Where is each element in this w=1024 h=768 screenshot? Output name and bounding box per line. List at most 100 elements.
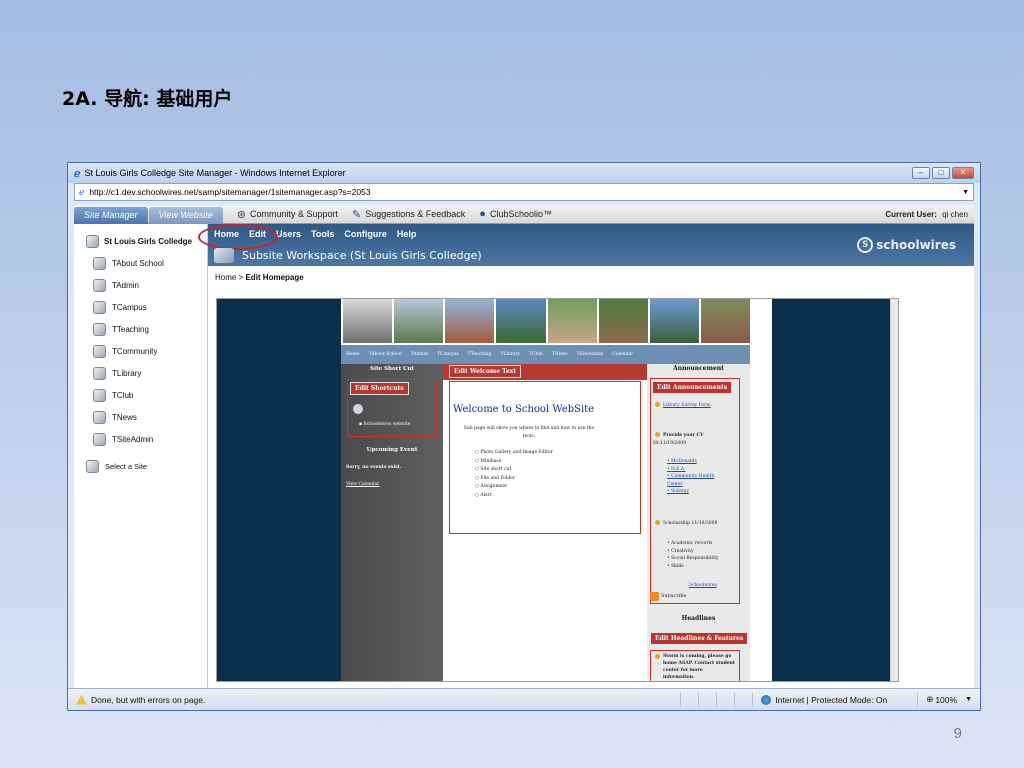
zoom-dropdown-icon[interactable]: ▼ bbox=[965, 696, 972, 703]
menu-configure[interactable]: Configure bbox=[344, 229, 387, 239]
link-item[interactable]: • N.E.A. bbox=[667, 466, 727, 474]
globe-icon bbox=[761, 694, 772, 705]
clubschoolio-link[interactable]: ● ClubSchoolio™ bbox=[479, 208, 552, 220]
scholarship-link[interactable]: Scholarship bbox=[663, 521, 690, 526]
clubschoolio-label: ClubSchoolio™ bbox=[489, 209, 552, 219]
edit-announcements-button[interactable]: Edit Announcements bbox=[652, 381, 733, 394]
banner-photo-students bbox=[343, 299, 393, 343]
preview-middle-column: Edit Welcome Text Welcome to School WebS… bbox=[443, 364, 647, 681]
sidebar-root-site[interactable]: St Louis Girls Colledge bbox=[74, 224, 207, 248]
zoom-control[interactable]: ⊕ 100% ▼ bbox=[917, 692, 980, 707]
tool-label: Photo Gallery and Image Editor bbox=[480, 450, 553, 455]
bullet-icon bbox=[655, 654, 660, 659]
edit-shortcuts-button[interactable]: Edit Shortcuts bbox=[350, 382, 409, 395]
sidebar-item-label: TAbout School bbox=[112, 258, 164, 268]
tool-list-item: ○ Alert bbox=[475, 492, 492, 498]
menu-help[interactable]: Help bbox=[397, 229, 417, 239]
schoolwires-link[interactable]: Schoolwires bbox=[689, 583, 717, 588]
link-item[interactable]: • McDonalds bbox=[667, 458, 727, 466]
view-calendar-link[interactable]: View Calendar bbox=[346, 482, 379, 487]
preview-scrollbar[interactable] bbox=[890, 299, 898, 681]
subsite-icon bbox=[93, 366, 106, 380]
sidebar-item-tteaching[interactable]: TTeaching bbox=[74, 318, 207, 340]
preview-nav-item[interactable]: TCampus bbox=[437, 352, 458, 357]
schoolwires-logo: S schoolwires bbox=[857, 237, 956, 253]
address-url[interactable]: http://c1.dev.schoolwires.net/samp/sitem… bbox=[89, 187, 370, 197]
banner-photo-campus bbox=[445, 299, 495, 343]
tab-site-manager[interactable]: Site Manager bbox=[74, 206, 148, 224]
preview-nav-item[interactable]: TAdmin bbox=[411, 352, 429, 357]
security-zone[interactable]: Internet | Protected Mode: On bbox=[752, 692, 917, 707]
link-item[interactable]: • Community Health Center bbox=[667, 473, 727, 488]
slide-number: 9 bbox=[953, 725, 962, 742]
sidebar-item-label: TAdmin bbox=[112, 280, 139, 290]
criteria-label: Creativity bbox=[671, 548, 694, 554]
schoolwires-topbar: Site Manager View Website ⊛ Community & … bbox=[74, 205, 974, 224]
shortcut-item[interactable]: ▪ Schoolwires website bbox=[359, 422, 410, 427]
browser-statusbar: Done, but with errors on page. Internet … bbox=[68, 688, 980, 710]
sidebar-item-tnews[interactable]: TNews bbox=[74, 406, 207, 428]
preview-nav-item[interactable]: Home bbox=[346, 352, 360, 357]
edit-welcome-button[interactable]: Edit Welcome Text bbox=[449, 365, 522, 378]
suggestions-feedback-link[interactable]: ✎ Suggestions & Feedback bbox=[352, 208, 465, 221]
preview-nav-item[interactable]: TNews bbox=[552, 352, 568, 357]
preview-nav-item[interactable]: TClub bbox=[529, 352, 543, 357]
sidebar-item-label: TTeaching bbox=[112, 324, 149, 334]
sidebar-item-tadmin[interactable]: TAdmin bbox=[74, 274, 207, 296]
sidebar-item-tsiteadmin[interactable]: TSiteAdmin bbox=[74, 428, 207, 450]
breadcrumb-home[interactable]: Home bbox=[215, 273, 236, 282]
preview-nav-item[interactable]: TTeaching bbox=[468, 352, 492, 357]
address-dropdown-icon[interactable]: ▼ bbox=[962, 189, 969, 196]
bullet-icon bbox=[655, 402, 660, 407]
minimize-icon[interactable]: – bbox=[912, 167, 930, 179]
preview-nav-item[interactable]: TAbout School bbox=[369, 352, 402, 357]
banner-photo-trees bbox=[598, 299, 648, 343]
workspace-content: Home Edit Users Tools Configure Help Sub… bbox=[198, 224, 974, 690]
preview-nav-item[interactable]: TLibrary bbox=[500, 352, 520, 357]
scholarship-entry: Scholarship 11/19/2009 bbox=[663, 521, 717, 526]
sidebar-item-tcampus[interactable]: TCampus bbox=[74, 296, 207, 318]
current-user: Current User: qi chen bbox=[885, 210, 968, 219]
tool-list-item: ○ Photo Gallery and Image Editor bbox=[475, 450, 553, 455]
link-label: Community Health Center bbox=[667, 474, 715, 487]
site-tree-sidebar: St Louis Girls Colledge TAbout School TA… bbox=[74, 224, 208, 690]
zone-text: Internet | Protected Mode: On bbox=[775, 694, 888, 705]
edit-headlines-button[interactable]: Edit Headlines & Features bbox=[650, 632, 749, 645]
select-site-label: Select a Site bbox=[105, 462, 148, 471]
sidebar-item-tcommunity[interactable]: TCommunity bbox=[74, 340, 207, 362]
warning-icon[interactable] bbox=[76, 694, 87, 705]
close-icon[interactable]: ✕ bbox=[952, 167, 974, 179]
subscribe-link[interactable]: Subscribe bbox=[661, 593, 686, 599]
suggestions-icon: ✎ bbox=[352, 208, 362, 221]
address-bar[interactable]: ℯ http://c1.dev.schoolwires.net/samp/sit… bbox=[74, 183, 974, 201]
shortcut-header: Site Short Cut bbox=[370, 366, 414, 372]
sidebar-item-label: TCampus bbox=[112, 302, 147, 312]
schoolwires-logo-icon: S bbox=[857, 237, 874, 253]
provide-cv-date: Nr.11/19/2009 bbox=[653, 441, 686, 446]
sidebar-item-tlibrary[interactable]: TLibrary bbox=[74, 362, 207, 384]
sidebar-item-tabout-school[interactable]: TAbout School bbox=[74, 252, 207, 274]
criteria-item: • Skills bbox=[667, 563, 684, 569]
shortcut-icon bbox=[353, 404, 363, 414]
zoom-value: 100% bbox=[935, 694, 958, 705]
link-item[interactable]: • Subway bbox=[667, 488, 727, 496]
criteria-label: Academic records bbox=[671, 541, 713, 546]
community-support-link[interactable]: ⊛ Community & Support bbox=[237, 208, 338, 221]
tool-label: File and Folder bbox=[480, 475, 516, 481]
sidebar-item-tclub[interactable]: TClub bbox=[74, 384, 207, 406]
page-icon: ℯ bbox=[79, 186, 85, 197]
preview-nav-item[interactable]: TSiteAdmin bbox=[577, 352, 604, 357]
highlight-annotation bbox=[198, 224, 278, 250]
menu-users[interactable]: Users bbox=[276, 229, 301, 239]
tab-view-website[interactable]: View Website bbox=[148, 206, 223, 224]
shortcut-item-label: Schoolwires website bbox=[363, 422, 411, 427]
subsite-icon bbox=[93, 410, 106, 424]
select-site-link[interactable]: Select a Site bbox=[74, 450, 207, 473]
maximize-icon[interactable]: □ bbox=[932, 167, 950, 179]
preview-nav-item[interactable]: Calendar bbox=[612, 352, 633, 357]
library-survey-link[interactable]: Library Survey Form bbox=[663, 403, 711, 408]
suggestions-feedback-label: Suggestions & Feedback bbox=[365, 209, 466, 219]
menu-tools[interactable]: Tools bbox=[311, 229, 334, 239]
banner-photo-group bbox=[547, 299, 597, 343]
tool-list-item: ○ File and Folder bbox=[475, 475, 516, 481]
